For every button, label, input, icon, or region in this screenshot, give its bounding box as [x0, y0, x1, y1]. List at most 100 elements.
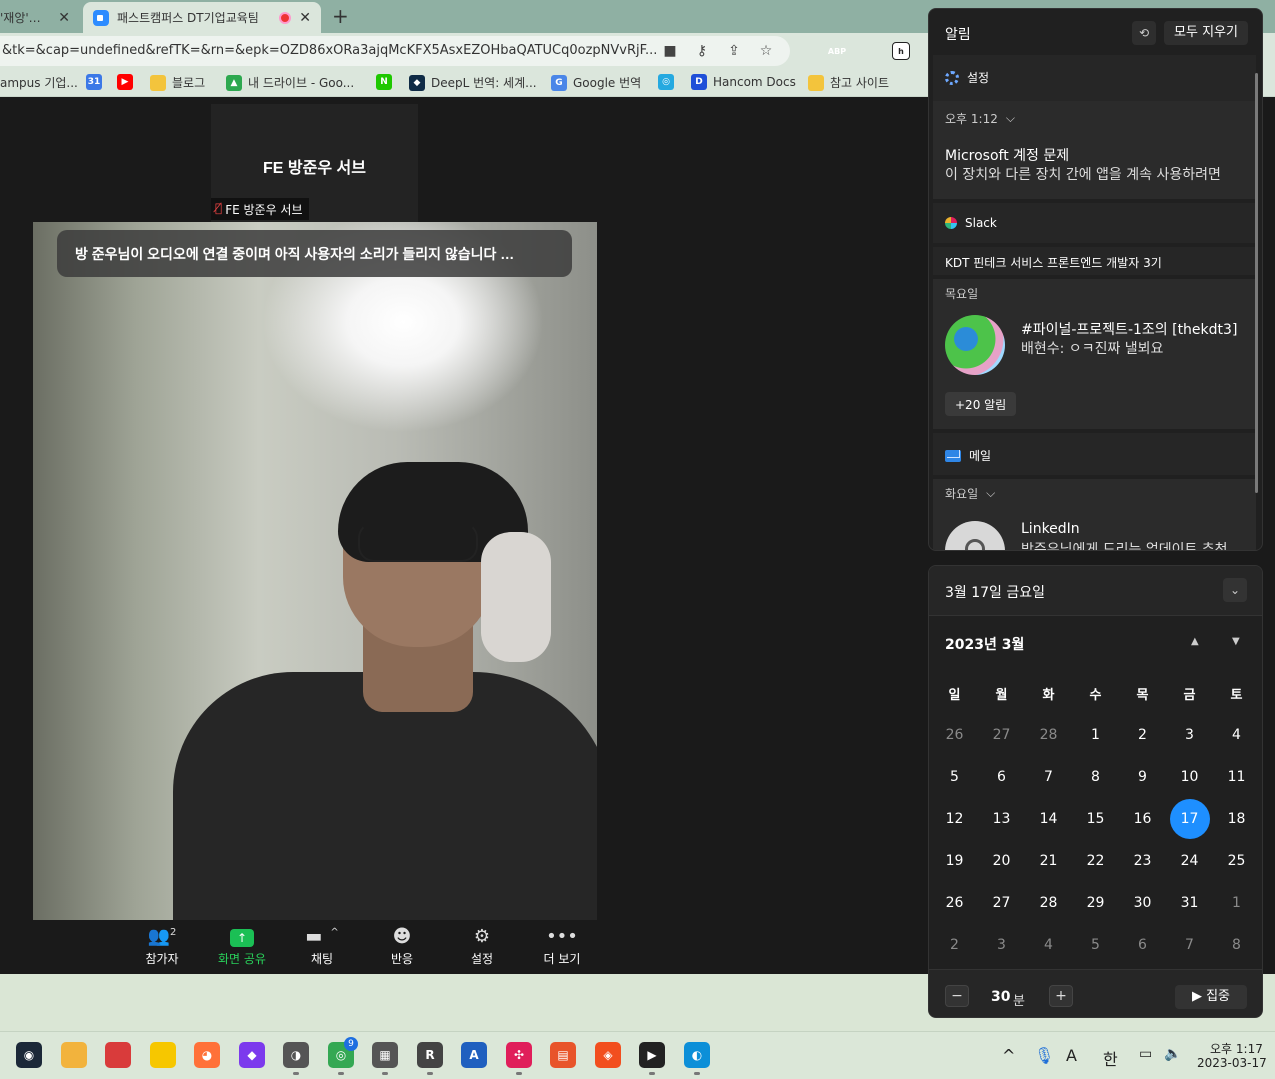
bookmark-item[interactable]: N — [376, 74, 392, 90]
focus-increase-button[interactable]: + — [1049, 985, 1073, 1007]
clear-all-button[interactable]: 모두 지우기 — [1164, 21, 1248, 45]
sticky-notes-icon[interactable] — [150, 1042, 176, 1068]
slack-message-notification[interactable]: 목요일 #파이널-프로젝트-1조의 [thekdt3] 배현수: ㅇㅋ진짜 낼뵈… — [933, 279, 1256, 429]
calendar-day[interactable]: 26 — [931, 714, 978, 756]
calendar-day[interactable]: 8 — [1072, 756, 1119, 798]
mail-notification-group[interactable]: 메일 — [933, 433, 1256, 475]
calendar-day[interactable]: 28 — [1025, 714, 1072, 756]
calendar-day[interactable]: 5 — [1072, 924, 1119, 966]
calendar-day[interactable]: 4 — [1025, 924, 1072, 966]
calendar-day[interactable]: 2 — [931, 924, 978, 966]
calendar-day[interactable]: 19 — [931, 840, 978, 882]
start-focus-button[interactable]: ▶ 집중 — [1175, 985, 1247, 1009]
calendar-day[interactable]: 11 — [1213, 756, 1260, 798]
calendar-day[interactable]: 14 — [1025, 798, 1072, 840]
focus-decrease-button[interactable]: − — [945, 985, 969, 1007]
calendar-day[interactable]: 23 — [1119, 840, 1166, 882]
participants-button[interactable]: 👥2 참가자 — [127, 926, 197, 967]
notification-scrollbar[interactable] — [1255, 73, 1258, 493]
clock-date[interactable]: 2023-03-17 — [1197, 1056, 1267, 1070]
calendar-day[interactable]: 9 — [1119, 756, 1166, 798]
calendar-day[interactable]: 30 — [1119, 882, 1166, 924]
settings-button[interactable]: ⚙ 설정 — [447, 926, 517, 967]
calendar-day[interactable]: 6 — [978, 756, 1025, 798]
calendar-day[interactable]: 5 — [931, 756, 978, 798]
app-gray-icon[interactable]: ◑ — [283, 1042, 309, 1068]
app-red-icon[interactable] — [105, 1042, 131, 1068]
calendar-day[interactable]: 26 — [931, 882, 978, 924]
calendar-day[interactable]: 2 — [1119, 714, 1166, 756]
figma-icon[interactable]: ◈ — [595, 1042, 621, 1068]
calculator-icon[interactable]: ▦ — [372, 1042, 398, 1068]
calendar-day[interactable]: 6 — [1119, 924, 1166, 966]
shield-ext-icon[interactable] — [860, 42, 878, 60]
calendar-day[interactable]: 24 — [1166, 840, 1213, 882]
browser-tab-previous[interactable]: '재앙'… ✕ — [0, 2, 80, 33]
key-icon[interactable]: ⚷ — [692, 41, 712, 61]
calendar-day[interactable]: 3 — [1166, 714, 1213, 756]
do-not-disturb-icon[interactable]: ⟲ — [1132, 21, 1156, 45]
calendar-day[interactable]: 27 — [978, 714, 1025, 756]
calendar-day-today[interactable]: 17 — [1166, 798, 1213, 840]
share-screen-button[interactable]: ↑ 화면 공유 — [207, 926, 277, 967]
chat-caret-icon[interactable]: ^ — [330, 927, 338, 938]
chat-button[interactable]: ▬ ^ 채팅 — [287, 926, 357, 967]
bookmark-item[interactable]: 31 — [86, 74, 102, 90]
microsoft-account-notification[interactable]: 오후 1:12 ⌵ Microsoft 계정 문제 이 장치와 다른 장치 간에… — [933, 101, 1256, 199]
bookmark-folder[interactable]: 블로그 — [150, 74, 205, 91]
calendar-day[interactable]: 21 — [1025, 840, 1072, 882]
tray-overflow-icon[interactable]: ^ — [1002, 1046, 1015, 1065]
settings-notification-group[interactable]: 설정 — [933, 55, 1256, 101]
bookmark-item[interactable]: ▶ — [117, 74, 133, 90]
bookmark-item[interactable]: G Google 번역 — [551, 74, 641, 91]
reactions-button[interactable]: ☻ 반응 — [367, 926, 437, 967]
h-ext-icon[interactable]: h — [892, 42, 910, 60]
tab-close-icon[interactable]: ✕ — [299, 10, 311, 26]
ime-mode-icon[interactable]: A — [1066, 1046, 1077, 1065]
calendar-day[interactable]: 13 — [978, 798, 1025, 840]
calendar-day[interactable]: 27 — [978, 882, 1025, 924]
calendar-month-label[interactable]: 2023년 3월 — [945, 634, 1024, 654]
calendar-day[interactable]: 20 — [978, 840, 1025, 882]
linkedin-mail-notification[interactable]: 화요일 ⌵ LinkedIn 방준우님에게 드리는 업데이트 추천 — [933, 479, 1256, 550]
app-box-icon[interactable]: ▶ — [639, 1042, 665, 1068]
bookmark-item[interactable]: D Hancom Docs — [691, 74, 796, 90]
ime-language-icon[interactable]: 한 — [1103, 1046, 1118, 1070]
app-a-icon[interactable]: A — [461, 1042, 487, 1068]
bookmark-item[interactable]: ampus 기업... — [0, 74, 78, 91]
calendar-day[interactable]: 31 — [1166, 882, 1213, 924]
firefox-icon[interactable]: ◕ — [194, 1042, 220, 1068]
app-orange-icon[interactable]: ▤ — [550, 1042, 576, 1068]
previous-month-icon[interactable]: ▲ — [1191, 636, 1199, 647]
calendar-day[interactable]: 7 — [1025, 756, 1072, 798]
obsidian-icon[interactable]: ◆ — [239, 1042, 265, 1068]
browser-tab-active[interactable]: 패스트캠퍼스 DT기업교육팀 ✕ — [83, 2, 321, 33]
abp-ext-icon[interactable]: ABP — [828, 42, 846, 60]
calendar-day[interactable]: 3 — [978, 924, 1025, 966]
calendar-day[interactable]: 22 — [1072, 840, 1119, 882]
chevron-down-icon[interactable]: ⌄ — [1223, 578, 1247, 602]
active-video[interactable]: 방 준우님이 오디오에 연결 중이며 아직 사용자의 소리가 들리지 않습니다 … — [33, 222, 597, 922]
calendar-day[interactable]: 1 — [1213, 882, 1260, 924]
calendar-day[interactable]: 28 — [1025, 882, 1072, 924]
calendar-day[interactable]: 1 — [1072, 714, 1119, 756]
new-tab-button[interactable]: + — [332, 4, 349, 28]
more-button[interactable]: ••• 더 보기 — [527, 926, 597, 967]
calendar-day[interactable]: 15 — [1072, 798, 1119, 840]
calendar-day[interactable]: 12 — [931, 798, 978, 840]
tab-ext-icon[interactable] — [797, 42, 815, 60]
microphone-icon[interactable]: 🎙 — [1034, 1046, 1054, 1065]
edge-icon[interactable]: ◐ — [684, 1042, 710, 1068]
bookmark-folder[interactable]: 참고 사이트 — [808, 74, 889, 91]
calendar-day[interactable]: 10 — [1166, 756, 1213, 798]
bookmark-item[interactable]: ◆ DeepL 번역: 세계... — [409, 74, 537, 91]
calendar-day[interactable]: 25 — [1213, 840, 1260, 882]
calendar-day[interactable]: 29 — [1072, 882, 1119, 924]
bookmark-item[interactable]: ▲ 내 드라이브 - Goo... — [226, 74, 354, 91]
more-notifications-button[interactable]: +20 알림 — [945, 392, 1017, 416]
volume-icon[interactable]: 🔈 — [1164, 1046, 1181, 1062]
clock-time[interactable]: 오후 1:17 — [1210, 1040, 1263, 1057]
calendar-day[interactable]: 4 — [1213, 714, 1260, 756]
calendar-day[interactable]: 16 — [1119, 798, 1166, 840]
camera-icon[interactable]: ■ — [660, 41, 680, 61]
